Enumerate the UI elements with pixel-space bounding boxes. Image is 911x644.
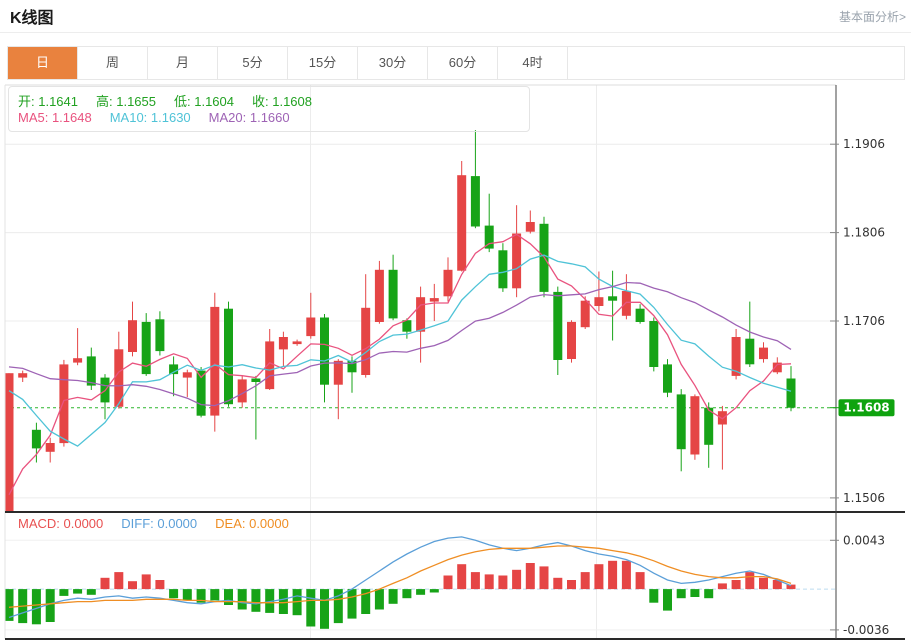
price-axis-label: 1.1806	[843, 226, 885, 240]
macd-pane[interactable]	[5, 512, 836, 639]
candlestick-pane[interactable]	[5, 85, 836, 512]
price-axis-labels: 1.1906 1.1806 1.1706 1.1506	[830, 137, 885, 505]
price-axis-label: 1.1506	[843, 491, 885, 505]
kline-widget: K线图 基本面分析> 日周月5分15分30分60分4时 1.19061.1806…	[0, 0, 911, 644]
legend-item: 收: 1.1608	[252, 94, 312, 109]
svg-text:1.1608: 1.1608	[843, 401, 889, 415]
legend-item: DEA: 0.0000	[215, 516, 289, 531]
price-axis-label: 1.1706	[843, 314, 885, 328]
macd-legend: MACD: 0.0000 DIFF: 0.0000 DEA: 0.0000	[18, 516, 307, 531]
macd-axis-labels: 0.0043 -0.0036	[830, 533, 889, 637]
legend-item: 开: 1.1641	[18, 94, 78, 109]
legend-item: 低: 1.1604	[174, 94, 234, 109]
macd-axis-label: -0.0036	[843, 623, 889, 637]
current-price-badge: 1.1608	[830, 399, 895, 416]
legend-item: MACD: 0.0000	[18, 516, 103, 531]
ohlc-legend: 开: 1.1641 高: 1.1655 低: 1.1604 收: 1.1608	[18, 91, 330, 110]
legend-item: MA10: 1.1630	[110, 110, 191, 125]
macd-axis-label: 0.0043	[843, 533, 885, 547]
legend-item: MA20: 1.1660	[209, 110, 290, 125]
legend-item: MA5: 1.1648	[18, 110, 92, 125]
legend-item: DIFF: 0.0000	[121, 516, 197, 531]
price-axis-label: 1.1906	[843, 137, 885, 151]
legend-item: 高: 1.1655	[96, 94, 156, 109]
ma-legend: MA5: 1.1648 MA10: 1.1630 MA20: 1.1660	[18, 110, 308, 125]
